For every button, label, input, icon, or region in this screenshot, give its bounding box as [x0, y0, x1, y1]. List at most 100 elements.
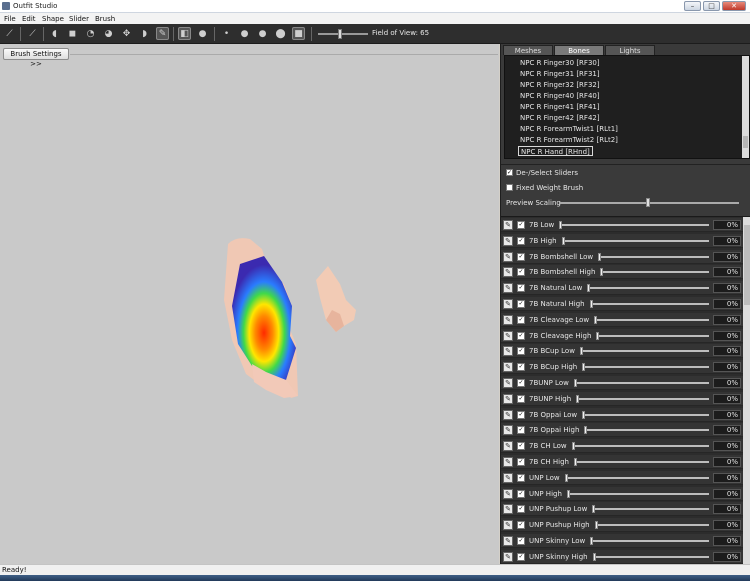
- slider-edit-icon[interactable]: ✎: [503, 488, 513, 499]
- slider-edit-icon[interactable]: ✎: [503, 551, 513, 562]
- slider-edit-icon[interactable]: ✎: [503, 314, 513, 325]
- slider-thumb[interactable]: [574, 379, 577, 387]
- slider-checkbox[interactable]: ✓: [517, 537, 525, 545]
- slider-track[interactable]: [592, 505, 709, 514]
- weighted-hand-model[interactable]: [224, 238, 298, 398]
- slider-row[interactable]: ✎ ✓ UNP High 0%: [501, 486, 743, 501]
- menu-shape[interactable]: Shape: [42, 15, 64, 23]
- slider-thumb[interactable]: [594, 315, 597, 324]
- slider-track[interactable]: [593, 552, 709, 561]
- slider-thumb[interactable]: [600, 268, 603, 277]
- fixed-weight-brush-option[interactable]: Fixed Weight Brush: [506, 183, 583, 193]
- slider-edit-icon[interactable]: ✎: [503, 251, 513, 262]
- slider-value[interactable]: 0%: [713, 235, 741, 246]
- slider-checkbox[interactable]: ✓: [517, 473, 525, 482]
- slider-checkbox[interactable]: ✓: [517, 410, 525, 419]
- slider-row[interactable]: ✎ ✓ 7B Natural Low 0%: [501, 281, 743, 296]
- slider-edit-icon[interactable]: ✎: [503, 346, 513, 357]
- inflate-icon[interactable]: ◔: [84, 27, 97, 40]
- preview-scaling-thumb[interactable]: [646, 198, 650, 207]
- slider-track[interactable]: [598, 252, 709, 261]
- slider-value[interactable]: 0%: [713, 425, 741, 436]
- slider-row[interactable]: ✎ ✓ 7B Oppai Low 0%: [501, 407, 743, 422]
- slider-value[interactable]: 0%: [713, 314, 741, 325]
- color-icon[interactable]: ●: [196, 27, 209, 40]
- slider-checkbox[interactable]: ✓: [517, 284, 525, 293]
- viewport-3d[interactable]: Brush Settings >>: [0, 44, 499, 564]
- slider-row[interactable]: ✎ ✓ 7B BCup High 0%: [501, 360, 743, 375]
- bone-item[interactable]: NPC R ForearmTwist2 [RLt2]: [518, 135, 620, 145]
- slider-thumb[interactable]: [590, 537, 593, 545]
- slider-checkbox[interactable]: ✓: [517, 268, 525, 277]
- slider-row[interactable]: ✎ ✓ 7B CH High 0%: [501, 455, 743, 469]
- slider-thumb[interactable]: [572, 442, 575, 451]
- deselect-sliders-checkbox[interactable]: ✓: [506, 168, 513, 176]
- slider-track[interactable]: [559, 221, 709, 229]
- slider-value[interactable]: 0%: [713, 409, 741, 420]
- slider-track[interactable]: [576, 394, 709, 403]
- fov-slider[interactable]: [318, 29, 368, 39]
- slider-edit-icon[interactable]: ✎: [503, 220, 513, 230]
- slider-value[interactable]: 0%: [713, 393, 741, 404]
- slider-track[interactable]: [590, 537, 709, 545]
- menu-slider[interactable]: Slider: [69, 15, 89, 23]
- deselect-sliders-option[interactable]: ✓ De-/Select Sliders: [506, 168, 578, 178]
- bone-item[interactable]: NPC R Finger42 [RF42]: [518, 113, 602, 123]
- slider-edit-icon[interactable]: ✎: [503, 283, 513, 294]
- slider-edit-icon[interactable]: ✎: [503, 378, 513, 388]
- slider-thumb[interactable]: [559, 221, 562, 229]
- slider-track[interactable]: [594, 315, 709, 324]
- slider-edit-icon[interactable]: ✎: [503, 441, 513, 452]
- reference-hand-model[interactable]: [316, 266, 356, 332]
- brush-icon[interactable]: ◖: [48, 27, 61, 40]
- slider-checkbox[interactable]: ✓: [517, 379, 525, 387]
- slider-row[interactable]: ✎ ✓ 7B BCup Low 0%: [501, 344, 743, 359]
- slider-track[interactable]: [565, 473, 709, 482]
- slider-value[interactable]: 0%: [713, 362, 741, 373]
- slider-thumb[interactable]: [580, 347, 583, 356]
- slider-row[interactable]: ✎ ✓ UNP Pushup Low 0%: [501, 502, 743, 517]
- slider-value[interactable]: 0%: [713, 267, 741, 278]
- slider-value[interactable]: 0%: [713, 251, 741, 262]
- bone-item-selected[interactable]: NPC R Hand [RHnd]: [518, 146, 593, 156]
- slider-value[interactable]: 0%: [713, 551, 741, 562]
- slider-row[interactable]: ✎ ✓ 7B CH Low 0%: [501, 439, 743, 454]
- slider-checkbox[interactable]: ✓: [517, 489, 525, 498]
- bone-item[interactable]: NPC R ForearmTwist1 [RLt1]: [518, 124, 620, 134]
- slider-value[interactable]: 0%: [713, 283, 741, 294]
- slider-checkbox[interactable]: ✓: [517, 347, 525, 356]
- slider-value[interactable]: 0%: [713, 520, 741, 531]
- slider-value[interactable]: 0%: [713, 488, 741, 499]
- slider-checkbox[interactable]: ✓: [517, 252, 525, 261]
- maximize-button[interactable]: □: [703, 1, 720, 11]
- slider-track[interactable]: [582, 363, 709, 372]
- slider-edit-icon[interactable]: ✎: [503, 472, 513, 483]
- slider-thumb[interactable]: [593, 552, 596, 561]
- slider-checkbox[interactable]: ✓: [517, 363, 525, 372]
- slider-edit-icon[interactable]: ✎: [503, 393, 513, 404]
- slider-track[interactable]: [584, 426, 709, 435]
- slider-checkbox[interactable]: ✓: [517, 442, 525, 451]
- slider-thumb[interactable]: [584, 426, 587, 435]
- slider-thumb[interactable]: [598, 252, 601, 261]
- slider-row[interactable]: ✎ ✓ UNP Skinny Low 0%: [501, 534, 743, 548]
- slider-track[interactable]: [590, 300, 709, 308]
- brush-size-2-icon[interactable]: ●: [238, 27, 251, 40]
- bone-item[interactable]: NPC R Finger32 [RF32]: [518, 80, 602, 90]
- slider-row[interactable]: ✎ ✓ UNP Low 0%: [501, 470, 743, 485]
- slider-value[interactable]: 0%: [713, 536, 741, 546]
- menu-brush[interactable]: Brush: [95, 15, 115, 23]
- sliders-scroll-thumb[interactable]: [744, 225, 750, 305]
- slider-row[interactable]: ✎ ✓ 7B Bombshell High 0%: [501, 265, 743, 280]
- slider-track[interactable]: [572, 442, 709, 451]
- slider-row[interactable]: ✎ ✓ 7B Natural High 0%: [501, 297, 743, 311]
- slider-checkbox[interactable]: ✓: [517, 331, 525, 340]
- slider-track[interactable]: [567, 489, 709, 498]
- slider-value[interactable]: 0%: [713, 378, 741, 388]
- slider-value[interactable]: 0%: [713, 220, 741, 230]
- fixed-weight-brush-checkbox[interactable]: [506, 183, 513, 191]
- cube-icon[interactable]: ■: [292, 27, 305, 40]
- slider-thumb[interactable]: [595, 521, 598, 530]
- slider-checkbox[interactable]: ✓: [517, 552, 525, 561]
- slider-thumb[interactable]: [567, 489, 570, 498]
